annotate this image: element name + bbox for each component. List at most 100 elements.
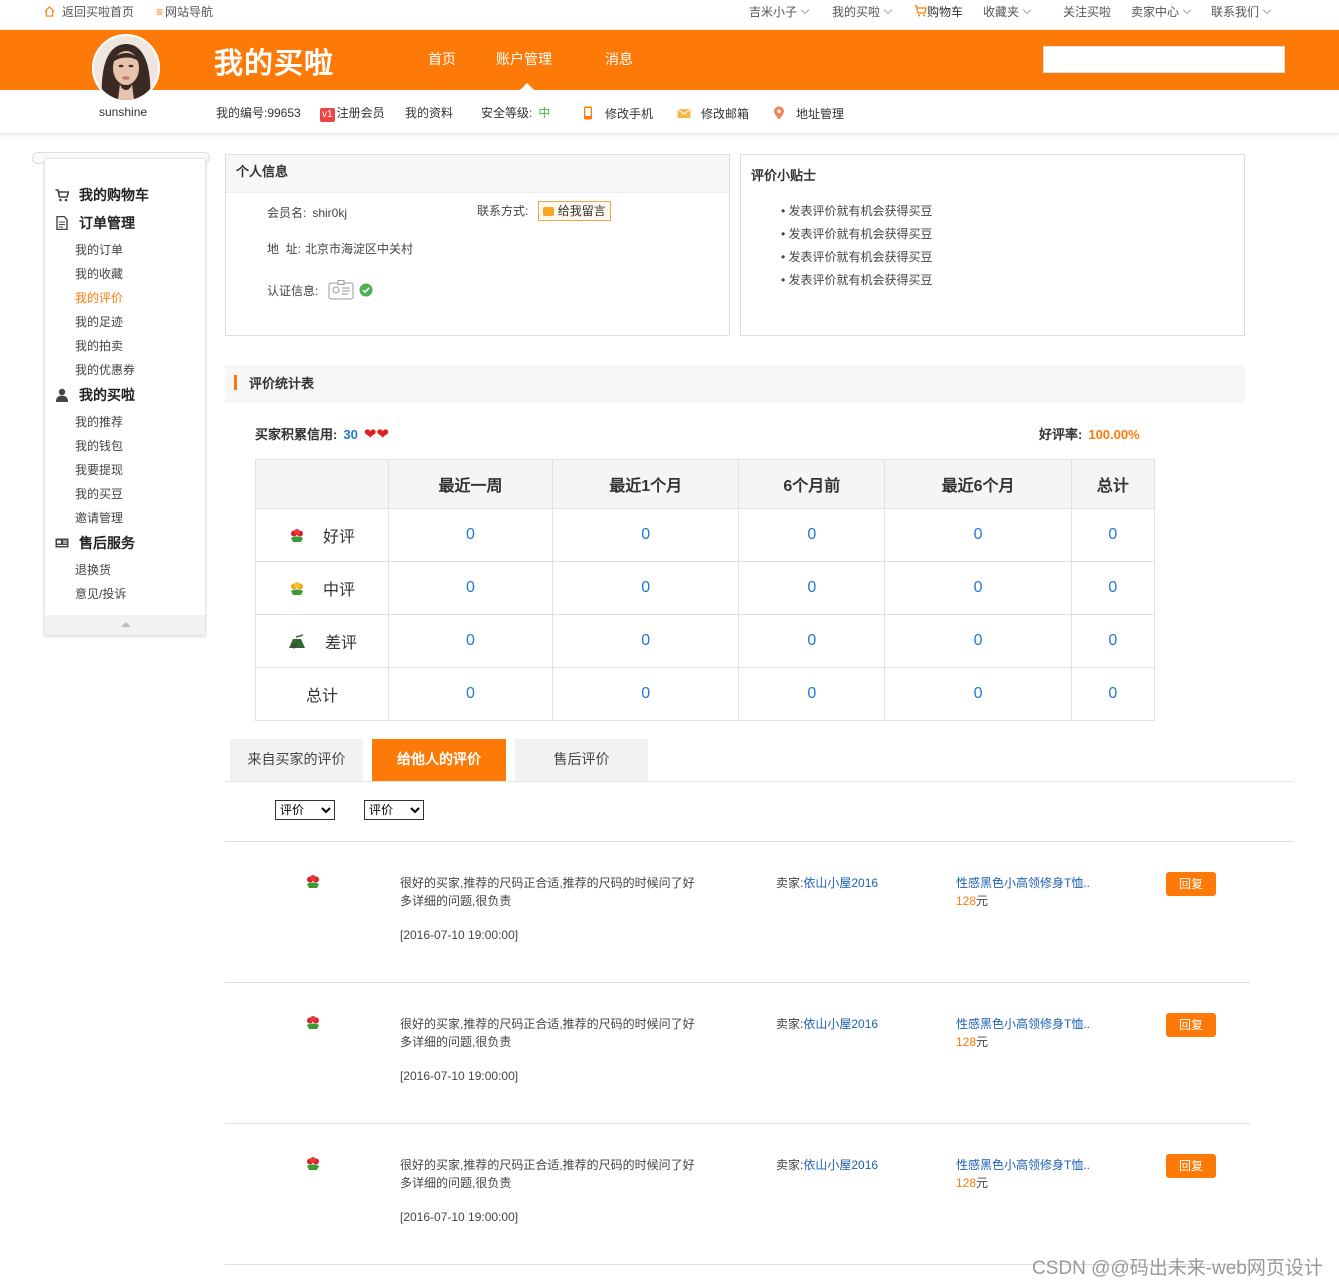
my-maila-menu[interactable]: 我的买啦 bbox=[832, 0, 893, 24]
price-unit: 元 bbox=[976, 1035, 989, 1049]
table-cell[interactable]: 0 bbox=[884, 667, 1072, 721]
sidebar-item-service[interactable]: 售后服务 bbox=[55, 533, 135, 553]
product-price: 128元 bbox=[956, 892, 988, 909]
seller-label: 卖家: bbox=[776, 876, 804, 890]
top-bar: 返回买啦首页 ≡ 网站导航 吉米小子 我的买啦 购物车 收藏夹 关注买啦 卖家中心… bbox=[0, 0, 1339, 30]
sidebar-item-cart[interactable]: 我的购物车 bbox=[55, 185, 149, 205]
avatar[interactable] bbox=[92, 34, 160, 102]
stats-header-bar bbox=[234, 375, 237, 390]
product-link[interactable]: 性感黑色小高领修身T恤.. bbox=[956, 1156, 1090, 1173]
sidebar-item-returns[interactable]: 退换货 bbox=[75, 561, 111, 578]
table-cell[interactable]: 0 bbox=[738, 614, 886, 668]
row-label: 差评 bbox=[324, 635, 357, 652]
site-nav-link[interactable]: ≡ 网站导航 bbox=[156, 0, 213, 24]
table-cell[interactable]: 0 bbox=[551, 614, 740, 668]
change-phone-link[interactable]: 修改手机 bbox=[581, 104, 653, 122]
reply-button[interactable]: 回复 bbox=[1166, 1154, 1216, 1178]
stats-title: 评价统计表 bbox=[249, 376, 315, 391]
sidebar-collapse[interactable] bbox=[45, 615, 205, 635]
sidebar-item-orders[interactable]: 订单管理 bbox=[55, 213, 135, 233]
member-name-label: 会员名: bbox=[267, 206, 307, 220]
table-cell[interactable]: 0 bbox=[551, 667, 740, 721]
column-header: 最近6个月 bbox=[884, 459, 1072, 509]
leave-message-button[interactable]: 给我留言 bbox=[537, 201, 611, 221]
table-cell[interactable]: 0 bbox=[884, 614, 1072, 668]
nav-home[interactable]: 首页 bbox=[428, 30, 456, 90]
user-menu[interactable]: 吉米小子 bbox=[749, 0, 810, 24]
change-email-link[interactable]: 修改邮箱 bbox=[677, 104, 749, 122]
certification-label: 认证信息: bbox=[267, 284, 319, 298]
table-cell[interactable]: 0 bbox=[884, 508, 1072, 562]
vip-link[interactable]: v1 注册会员 bbox=[320, 104, 385, 122]
table-cell[interactable]: 0 bbox=[1070, 561, 1156, 615]
table-cell[interactable]: 0 bbox=[388, 561, 553, 615]
table-cell[interactable]: 0 bbox=[884, 561, 1072, 615]
product-link[interactable]: 性感黑色小高领修身T恤.. bbox=[956, 1015, 1090, 1032]
table-cell[interactable]: 0 bbox=[388, 508, 553, 562]
sidebar-item-my-footprints[interactable]: 我的足迹 bbox=[75, 313, 123, 330]
sidebar-item-invite[interactable]: 邀请管理 bbox=[75, 509, 123, 526]
table-cell[interactable]: 0 bbox=[1070, 614, 1156, 668]
phone-icon bbox=[584, 106, 592, 120]
sidebar-item-my-orders[interactable]: 我的订单 bbox=[75, 241, 123, 258]
contact-menu[interactable]: 联系我们 bbox=[1211, 0, 1272, 24]
sidebar-item-my-reviews[interactable]: 我的评价 bbox=[75, 289, 123, 306]
seller-link[interactable]: 依山小屋2016 bbox=[803, 1017, 878, 1031]
review-filter-select[interactable]: 评价 bbox=[275, 800, 335, 820]
price-unit: 元 bbox=[976, 1176, 989, 1190]
tip-item: • 发表评价就有机会获得买豆 bbox=[781, 204, 933, 218]
security-level: 安全等级: 中 bbox=[481, 104, 550, 121]
table-cell[interactable]: 0 bbox=[551, 561, 740, 615]
sidebar-item-my-maila[interactable]: 我的买啦 bbox=[55, 385, 135, 405]
profile-link[interactable]: 我的资料 bbox=[405, 104, 453, 121]
home-icon bbox=[44, 6, 55, 17]
sidebar-item-recommend[interactable]: 我的推荐 bbox=[75, 413, 123, 430]
table-cell[interactable]: 0 bbox=[1070, 667, 1156, 721]
table-cell[interactable]: 0 bbox=[551, 508, 740, 562]
tab-to-others[interactable]: 给他人的评价 bbox=[372, 739, 506, 781]
sidebar-item-beans[interactable]: 我的买豆 bbox=[75, 485, 123, 502]
reply-button[interactable]: 回复 bbox=[1166, 872, 1216, 896]
tab-after-sales[interactable]: 售后评价 bbox=[515, 739, 648, 781]
sidebar-item-my-auctions[interactable]: 我的拍卖 bbox=[75, 337, 123, 354]
reply-button[interactable]: 回复 bbox=[1166, 1013, 1216, 1037]
review-text: 很好的买家,推荐的尺码正合适,推荐的尺码的时候问了好多详细的问题,很负责 bbox=[400, 1158, 695, 1190]
tab-from-buyers[interactable]: 来自买家的评价 bbox=[230, 739, 363, 781]
search-input[interactable] bbox=[1043, 46, 1285, 73]
product-link[interactable]: 性感黑色小高领修身T恤.. bbox=[956, 874, 1090, 891]
sidebar-item-complaints[interactable]: 意见/投诉 bbox=[75, 585, 126, 602]
menu-icon: ≡ bbox=[156, 5, 164, 19]
nav-active-indicator bbox=[520, 83, 534, 90]
home-link[interactable]: 返回买啦首页 bbox=[44, 0, 134, 24]
sidebar-item-my-favorites[interactable]: 我的收藏 bbox=[75, 265, 123, 282]
seller-center-menu[interactable]: 卖家中心 bbox=[1131, 0, 1192, 24]
row-label-cell: 好评 bbox=[255, 508, 389, 562]
table-cell[interactable]: 0 bbox=[388, 667, 553, 721]
user-icon bbox=[56, 388, 68, 402]
tip-text: 发表评价就有机会获得买豆 bbox=[788, 204, 933, 218]
price-value: 128 bbox=[956, 1176, 977, 1190]
cart-link[interactable]: 购物车 bbox=[914, 0, 963, 24]
nav-messages[interactable]: 消息 bbox=[605, 30, 633, 90]
follow-link[interactable]: 关注买啦 bbox=[1063, 0, 1111, 24]
column-header: 总计 bbox=[1070, 459, 1156, 509]
review-tips-panel: 评价小贴士 • 发表评价就有机会获得买豆 • 发表评价就有机会获得买豆 • 发表… bbox=[740, 154, 1245, 336]
sidebar-item-my-coupons[interactable]: 我的优惠券 bbox=[75, 361, 135, 378]
seller-label: 卖家: bbox=[776, 1017, 804, 1031]
table-cell[interactable]: 0 bbox=[738, 508, 886, 562]
brand-title[interactable]: 我的买啦 bbox=[214, 40, 334, 82]
table-cell[interactable]: 0 bbox=[738, 667, 886, 721]
sidebar-item-withdraw[interactable]: 我要提现 bbox=[75, 461, 123, 478]
favorites-menu[interactable]: 收藏夹 bbox=[983, 0, 1032, 24]
seller-link[interactable]: 依山小屋2016 bbox=[803, 876, 878, 890]
table-cell[interactable]: 0 bbox=[388, 614, 553, 668]
chevron-down-icon bbox=[1022, 5, 1032, 15]
nav-account[interactable]: 账户管理 bbox=[496, 30, 552, 90]
seller-link[interactable]: 依山小屋2016 bbox=[803, 1158, 878, 1172]
address-manage-link[interactable]: 地址管理 bbox=[772, 104, 844, 122]
table-cell[interactable]: 0 bbox=[1070, 508, 1156, 562]
review-type-select[interactable]: 评价 bbox=[364, 800, 424, 820]
table-cell[interactable]: 0 bbox=[738, 561, 886, 615]
sidebar-item-wallet[interactable]: 我的钱包 bbox=[75, 437, 123, 454]
seller-label: 卖家: bbox=[776, 1158, 804, 1172]
